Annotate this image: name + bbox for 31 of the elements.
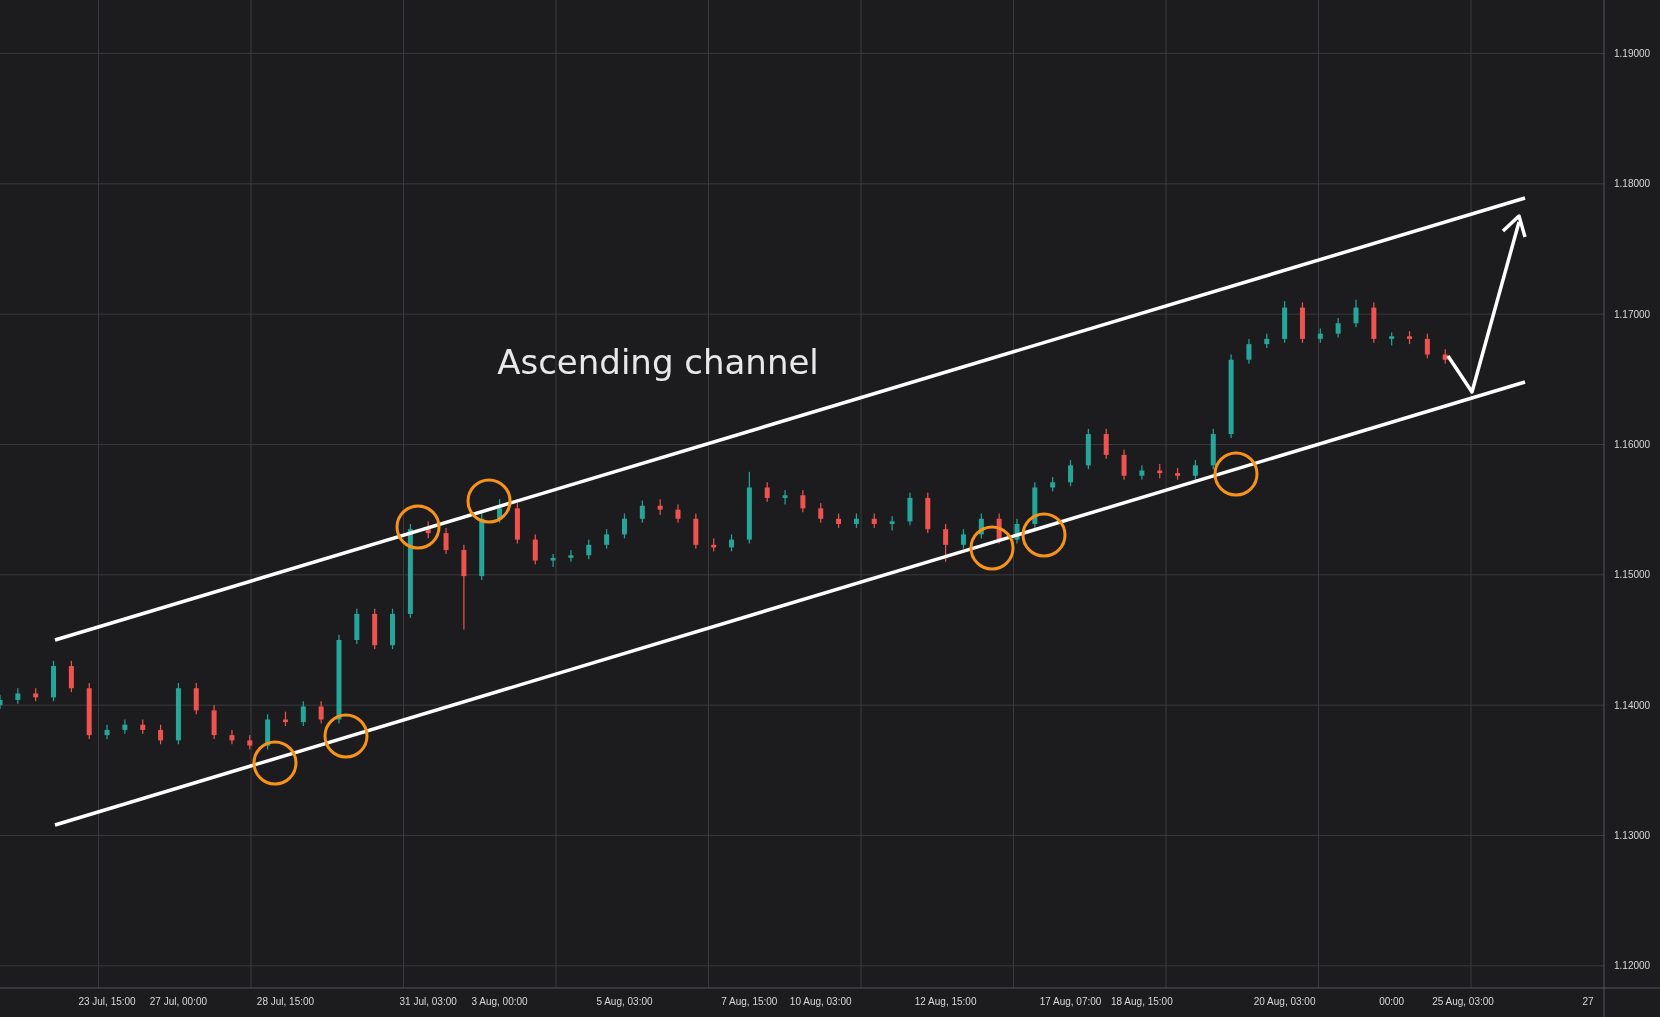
price-label: 1.17000 bbox=[1614, 308, 1651, 320]
price-label: 1.14000 bbox=[1614, 699, 1651, 711]
date-label: 31 Jul, 03:00 bbox=[399, 996, 457, 1007]
date-label: 10 Aug, 03:00 bbox=[789, 996, 852, 1007]
touch-circle bbox=[395, 504, 441, 550]
date-label: 25 Aug, 03:00 bbox=[1432, 996, 1494, 1007]
price-label: 1.18000 bbox=[1614, 178, 1651, 190]
annotation-text: Ascending channel bbox=[497, 342, 819, 382]
date-label: 7 Aug, 15:00 bbox=[721, 996, 778, 1007]
price-label: 1.15000 bbox=[1614, 569, 1651, 581]
date-label: 28 Jul, 15:00 bbox=[256, 996, 315, 1007]
price-label: 1.16000 bbox=[1614, 438, 1651, 450]
date-label: 23 Jul, 15:00 bbox=[78, 996, 136, 1007]
date-label: 5 Aug, 03:00 bbox=[596, 996, 653, 1007]
date-label: 20 Aug, 03:00 bbox=[1253, 996, 1316, 1007]
touch-circle bbox=[466, 478, 512, 524]
date-label: 00:00 bbox=[1379, 996, 1405, 1007]
touch-circle bbox=[969, 525, 1015, 571]
date-label: 27 Jul, 00:00 bbox=[149, 996, 208, 1007]
touch-circle bbox=[1213, 451, 1259, 497]
price-label: 1.12000 bbox=[1614, 960, 1651, 972]
date-label: 18 Aug, 15:00 bbox=[1111, 996, 1173, 1007]
price-label: 1.19000 bbox=[1614, 47, 1651, 59]
date-label: 27 bbox=[1582, 996, 1594, 1007]
date-label: 3 Aug, 00:00 bbox=[471, 996, 528, 1007]
touch-circle bbox=[252, 740, 298, 786]
date-label: 17 Aug, 07:00 bbox=[1039, 996, 1102, 1007]
touch-circle bbox=[323, 713, 369, 759]
touch-circle bbox=[1021, 512, 1067, 558]
date-label: 12 Aug, 15:00 bbox=[914, 996, 977, 1007]
price-label: 1.13000 bbox=[1614, 830, 1651, 841]
